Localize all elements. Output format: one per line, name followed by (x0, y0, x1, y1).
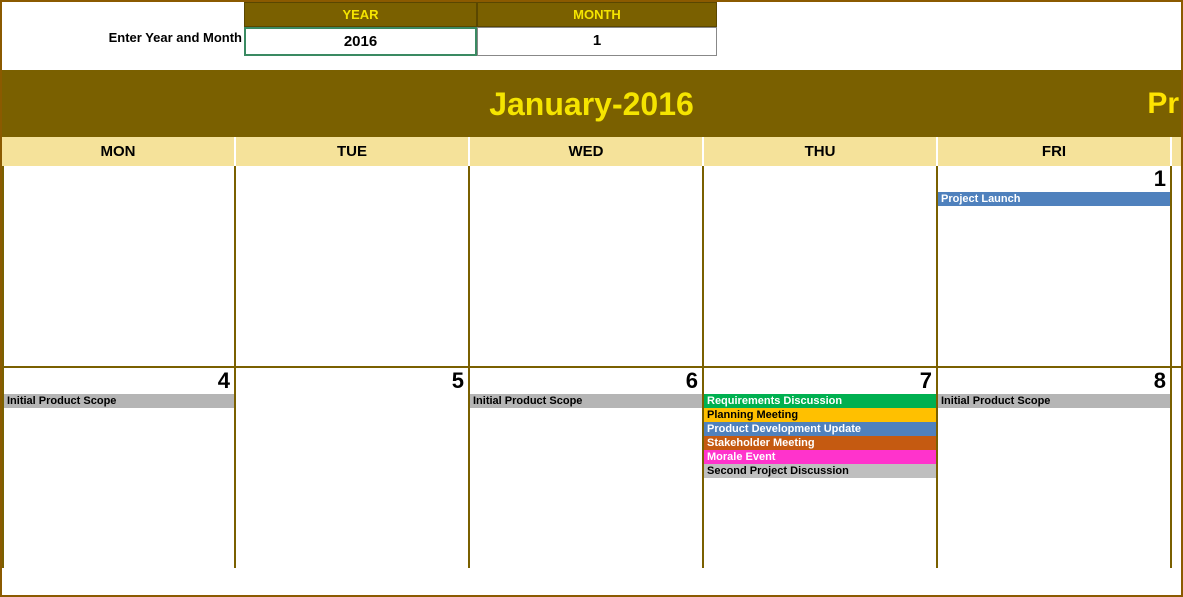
day-header-thu: THU (704, 137, 938, 166)
calendar-event[interactable]: Project Launch (938, 192, 1170, 206)
day-number: 7 (704, 368, 936, 394)
calendar-grid: 1Project Launch 4Initial Product Scope56… (2, 166, 1181, 568)
calendar-event[interactable]: Planning Meeting (704, 408, 936, 422)
year-header: YEAR (244, 2, 477, 27)
calendar-title: January-2016 (489, 86, 694, 122)
calendar-event[interactable]: Initial Product Scope (4, 394, 234, 408)
calendar-cell[interactable] (704, 166, 938, 366)
enter-year-month-label: Enter Year and Month (2, 2, 244, 56)
calendar-cell[interactable] (236, 166, 470, 366)
day-number: 5 (236, 368, 468, 394)
day-number: 6 (470, 368, 702, 394)
calendar-event[interactable]: Morale Event (704, 450, 936, 464)
calendar-event[interactable]: Initial Product Scope (938, 394, 1170, 408)
title-right-clip: Pr (1147, 70, 1181, 137)
calendar-cell[interactable] (470, 166, 704, 366)
year-input[interactable]: 2016 (244, 27, 477, 56)
calendar-cell[interactable]: 4Initial Product Scope (2, 368, 236, 568)
day-header-fri: FRI (938, 137, 1172, 166)
calendar-event[interactable]: Product Development Update (704, 422, 936, 436)
month-input[interactable]: 1 (477, 27, 717, 56)
calendar-event[interactable]: Stakeholder Meeting (704, 436, 936, 450)
day-number: 1 (938, 166, 1170, 192)
day-header-wed: WED (470, 137, 704, 166)
calendar-cell[interactable]: 5 (236, 368, 470, 568)
day-header-tue: TUE (236, 137, 470, 166)
week-row: 1Project Launch (2, 166, 1181, 366)
calendar-cell[interactable]: 7Requirements DiscussionPlanning Meeting… (704, 368, 938, 568)
calendar-cell[interactable] (2, 166, 236, 366)
day-header-row: MON TUE WED THU FRI (2, 137, 1181, 166)
month-header: MONTH (477, 2, 717, 27)
calendar-cell[interactable]: 8Initial Product Scope (938, 368, 1172, 568)
calendar-event[interactable]: Second Project Discussion (704, 464, 936, 478)
calendar-title-bar: January-2016 Pr (2, 70, 1181, 137)
calendar-event[interactable]: Initial Product Scope (470, 394, 702, 408)
calendar-cell[interactable]: 6Initial Product Scope (470, 368, 704, 568)
calendar-event[interactable]: Requirements Discussion (704, 394, 936, 408)
week-row: 4Initial Product Scope56Initial Product … (2, 366, 1181, 568)
calendar-cell[interactable]: 1Project Launch (938, 166, 1172, 366)
day-number: 4 (4, 368, 234, 394)
day-number: 8 (938, 368, 1170, 394)
day-header-mon: MON (2, 137, 236, 166)
